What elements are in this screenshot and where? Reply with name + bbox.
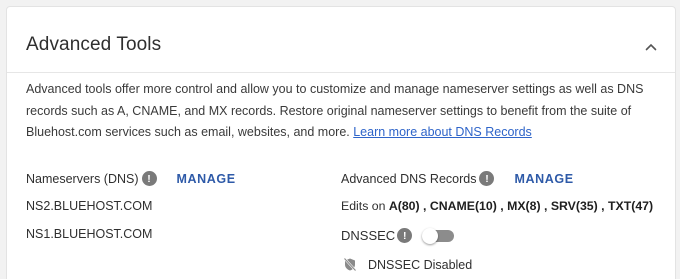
dnssec-status-text: DNSSEC Disabled xyxy=(368,257,473,272)
dns-records-label: Advanced DNS Records xyxy=(341,171,477,186)
collapse-button[interactable] xyxy=(641,37,661,57)
section-title: Advanced Tools xyxy=(26,34,162,55)
dns-edits-summary: Edits on A(80) , CNAME(10) , MX(8) , SRV… xyxy=(341,199,653,213)
edits-prefix: Edits on xyxy=(341,199,386,213)
record-count-a: A(80) xyxy=(388,199,420,213)
chevron-up-icon xyxy=(645,43,657,51)
record-separator: , xyxy=(419,199,430,213)
nameserver-item: NS1.BLUEHOST.COM xyxy=(26,227,153,241)
record-count-cname: CNAME(10) xyxy=(429,199,497,213)
dnssec-row: DNSSEC ! xyxy=(341,227,455,244)
record-separator: , xyxy=(597,199,608,213)
record-count-mx: MX(8) xyxy=(507,199,541,213)
nameserver-item: NS2.BLUEHOST.COM xyxy=(26,199,153,213)
info-icon[interactable]: ! xyxy=(479,171,495,186)
dns-records-header: Advanced DNS Records ! MANAGE xyxy=(341,171,574,186)
advanced-tools-card: Advanced Tools Advanced tools offer more… xyxy=(6,6,676,279)
dnssec-toggle[interactable] xyxy=(422,227,455,244)
toggle-knob xyxy=(422,227,439,244)
nameservers-manage-link[interactable]: MANAGE xyxy=(177,172,236,186)
dnssec-label: DNSSEC xyxy=(341,228,396,243)
dns-records-manage-link[interactable]: MANAGE xyxy=(514,172,573,186)
record-separator: , xyxy=(496,199,508,213)
record-count-txt: TXT(47) xyxy=(608,199,654,213)
section-description: Advanced tools offer more control and al… xyxy=(26,79,658,144)
shield-off-icon xyxy=(343,257,357,272)
description-text: Advanced tools offer more control and al… xyxy=(26,82,644,139)
nameservers-header: Nameservers (DNS) ! MANAGE xyxy=(26,171,236,186)
record-count-srv: SRV(35) xyxy=(550,199,598,213)
info-icon[interactable]: ! xyxy=(141,171,157,186)
info-icon[interactable]: ! xyxy=(397,228,413,243)
card-header: Advanced Tools xyxy=(7,7,675,73)
nameservers-label: Nameservers (DNS) xyxy=(26,171,139,186)
learn-more-dns-link[interactable]: Learn more about DNS Records xyxy=(353,125,532,139)
dnssec-status: DNSSEC Disabled xyxy=(343,257,472,272)
record-separator: , xyxy=(540,199,551,213)
